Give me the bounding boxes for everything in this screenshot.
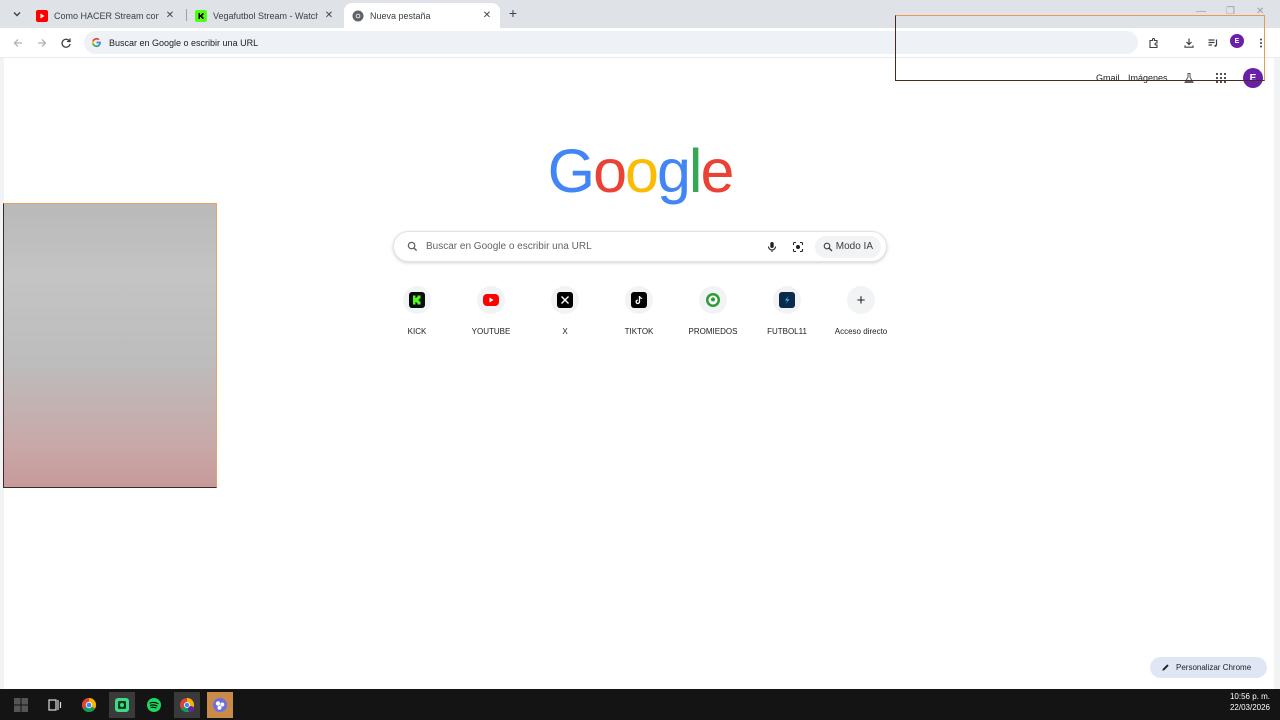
search-icon	[404, 239, 420, 255]
spotify-icon	[147, 698, 161, 712]
kick-icon	[409, 292, 425, 308]
screen: Como HACER Stream con el Pr ✕ Vegafutbol…	[0, 0, 1280, 720]
shortcut-label: KICK	[407, 327, 427, 336]
logo-letter: G	[547, 137, 595, 205]
taskbar-obs[interactable]	[207, 692, 233, 718]
mic-icon[interactable]	[763, 238, 781, 256]
shortcut-label: PROMIEDOS	[688, 327, 738, 336]
tab-title: Como HACER Stream con el Pr	[54, 10, 159, 21]
app-icon	[115, 698, 129, 712]
close-icon[interactable]: ✕	[324, 10, 334, 21]
logo-letter: e	[700, 137, 734, 205]
shortcut-tile	[477, 286, 505, 314]
x-icon	[557, 292, 573, 308]
clock-date: 22/03/2026	[1229, 703, 1270, 712]
google-logo: Google	[545, 138, 735, 204]
customize-label: Personalizar Chrome	[1176, 663, 1252, 672]
shortcut-label: Acceso directo	[834, 327, 888, 336]
pencil-icon	[1161, 663, 1170, 672]
system-clock[interactable]: 10:56 p. m. 22/03/2026	[1230, 691, 1270, 713]
windows-start-icon	[14, 698, 28, 712]
obs-icon	[213, 698, 227, 712]
taskbar-app[interactable]	[109, 692, 135, 718]
reload-icon	[61, 38, 71, 48]
kick-icon	[195, 9, 207, 22]
plus-icon: +	[856, 291, 866, 309]
tab-new-tab[interactable]: Nueva pestaña ✕	[344, 3, 500, 28]
shortcut-label: FUTBOL11	[767, 327, 807, 336]
shortcut-label: X	[562, 327, 568, 336]
tab-youtube[interactable]: Como HACER Stream con el Pr ✕	[28, 3, 183, 28]
chevron-down-icon	[13, 12, 21, 17]
taskbar-chrome-profile[interactable]	[174, 692, 200, 718]
clock-time: 10:56 p. m.	[1229, 692, 1270, 701]
highlight-rectangle	[895, 15, 1265, 81]
new-tab-button[interactable]: +	[505, 5, 521, 21]
arrow-right-icon	[38, 39, 47, 47]
shortcut-youtube[interactable]: YOUTUBE	[454, 285, 528, 345]
taskbar-chrome[interactable]	[76, 692, 102, 718]
webcam-overlay	[3, 203, 217, 488]
taskbar-spotify[interactable]	[141, 692, 167, 718]
shortcut-tile: +	[847, 286, 875, 314]
chrome-icon	[352, 10, 364, 22]
tiktok-icon	[631, 292, 647, 308]
promiedos-icon	[705, 292, 721, 308]
back-button[interactable]	[10, 35, 26, 51]
shortcut-promiedos[interactable]: PROMIEDOS	[676, 285, 750, 345]
shortcut-tiktok[interactable]: TIKTOK	[602, 285, 676, 345]
address-input[interactable]	[109, 37, 709, 48]
chrome-profile-icon	[180, 697, 195, 713]
youtube-icon	[36, 9, 48, 22]
chrome-icon	[81, 697, 97, 713]
shortcut-tile	[699, 286, 727, 314]
taskbar: 10:56 p. m. 22/03/2026	[0, 689, 1280, 720]
close-icon[interactable]: ✕	[482, 10, 492, 21]
close-icon[interactable]: ✕	[165, 10, 175, 21]
futbol11-icon	[779, 292, 795, 308]
tab-title: Nueva pestaña	[370, 10, 431, 21]
logo-letter: o	[593, 137, 627, 205]
shortcut-add[interactable]: + Acceso directo	[824, 285, 898, 345]
logo-letter: l	[688, 137, 702, 205]
shortcut-kick[interactable]: KICK	[380, 285, 454, 345]
tab-vegafutbol[interactable]: Vegafutbol Stream - Watch Live ✕	[187, 3, 342, 28]
logo-letter: o	[625, 137, 659, 205]
page-right-edge	[1274, 58, 1280, 689]
shortcut-futbol11[interactable]: FUTBOL11	[750, 285, 824, 345]
google-g-icon	[90, 37, 102, 49]
logo-letter: g	[656, 137, 691, 205]
task-view-button[interactable]	[42, 692, 68, 718]
lens-icon[interactable]	[789, 238, 807, 256]
task-view-icon	[48, 699, 62, 711]
tab-title: Vegafutbol Stream - Watch Live	[213, 10, 318, 21]
shortcut-tile	[403, 286, 431, 314]
shortcut-label: YOUTUBE	[471, 327, 511, 336]
shortcut-tile	[773, 286, 801, 314]
arrow-left-icon	[13, 39, 22, 47]
reload-button[interactable]	[58, 35, 74, 51]
search-input[interactable]	[426, 241, 763, 252]
ai-mode-label: Modo IA	[835, 241, 873, 252]
shortcut-tile	[551, 286, 579, 314]
ai-search-icon	[823, 242, 833, 252]
shortcut-tile	[625, 286, 653, 314]
forward-button[interactable]	[34, 35, 50, 51]
shortcut-label: TIKTOK	[624, 327, 654, 336]
search-box[interactable]: Modo IA	[393, 231, 887, 262]
ai-mode-button[interactable]: Modo IA	[814, 235, 881, 258]
customize-chrome-button[interactable]: Personalizar Chrome	[1150, 657, 1267, 678]
tab-search-button[interactable]	[8, 5, 26, 23]
windows-start-button[interactable]	[8, 692, 34, 718]
shortcut-x[interactable]: X	[528, 285, 602, 345]
youtube-icon	[483, 294, 499, 306]
shortcuts-grid: KICK YOUTUBE X TIKTOK PROMIEDOS FUTBOL11…	[380, 285, 900, 345]
